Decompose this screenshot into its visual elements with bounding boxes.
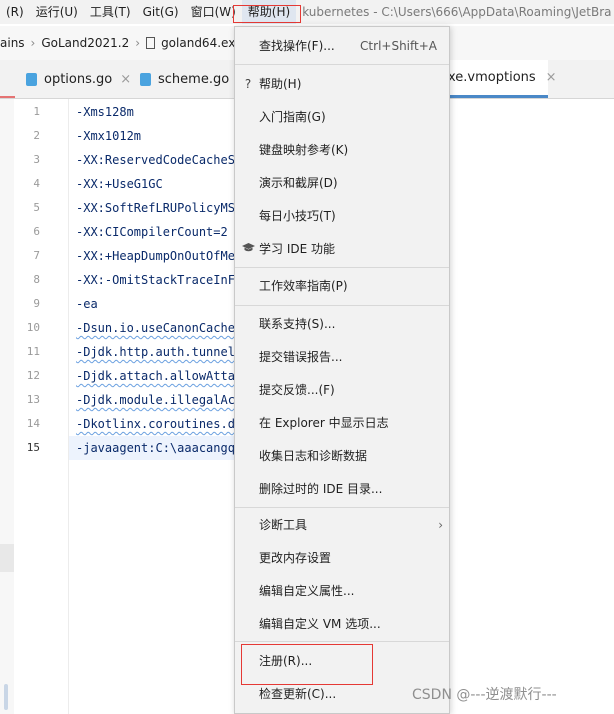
- tab-label: scheme.go: [158, 71, 230, 87]
- code-line[interactable]: -Djdk.http.auth.tunneli: [76, 340, 242, 364]
- menu-getting-started[interactable]: 入门指南(G): [235, 100, 449, 133]
- chevron-right-icon: ›: [135, 36, 141, 50]
- menu-submit-feedback[interactable]: 提交反馈...(F): [235, 373, 449, 406]
- menu-edit-properties[interactable]: 编辑自定义属性...: [235, 574, 449, 607]
- question-icon: ?: [244, 76, 252, 91]
- menu-label: 查找操作(F)...: [259, 39, 335, 53]
- menu-productivity-guide[interactable]: 工作效率指南(P): [235, 269, 449, 302]
- code-line[interactable]: -ea: [76, 292, 98, 316]
- menu-separator: [235, 641, 449, 642]
- code-line[interactable]: -Xms128m: [76, 100, 134, 124]
- menu-label: 学习 IDE 功能: [259, 242, 335, 256]
- menu-separator: [235, 64, 449, 65]
- menu-label: 联系支持(S)...: [259, 317, 336, 331]
- menu-contact-support[interactable]: 联系支持(S)...: [235, 307, 449, 340]
- file-icon: [146, 37, 156, 49]
- menu-label: 入门指南(G): [259, 110, 326, 124]
- menu-label: 编辑自定义属性...: [259, 584, 355, 598]
- menu-show-log[interactable]: 在 Explorer 中显示日志: [235, 406, 449, 439]
- panel-block: [0, 544, 14, 572]
- menu-tip-of-day[interactable]: 每日小技巧(T): [235, 199, 449, 232]
- breadcrumb-item[interactable]: goland64.exe: [161, 36, 242, 50]
- menu-label: 帮助(H): [259, 77, 302, 91]
- tab-label: options.go: [44, 71, 113, 87]
- code-line[interactable]: -Xmx1012m: [76, 124, 141, 148]
- tab-indicator: [0, 96, 15, 98]
- menu-learn-ide[interactable]: 学习 IDE 功能: [235, 232, 449, 265]
- help-dropdown-menu: 查找操作(F)... Ctrl+Shift+A ? 帮助(H) 入门指南(G) …: [234, 26, 450, 714]
- code-line[interactable]: -Dsun.io.useCanonCaches=: [76, 316, 249, 340]
- csdn-watermark: CSDN @---逆渡默行---: [412, 687, 557, 703]
- code-line[interactable]: -XX:SoftRefLRUPolicyMSPe: [76, 196, 249, 220]
- menu-label: 诊断工具: [259, 518, 308, 532]
- menu-edit-vm-options[interactable]: 编辑自定义 VM 选项...: [235, 607, 449, 640]
- menu-keymap-reference[interactable]: 键盘映射参考(K): [235, 133, 449, 166]
- chevron-right-icon: ›: [438, 517, 443, 532]
- menu-label: 提交错误报告...: [259, 350, 343, 364]
- menu-label: 删除过时的 IDE 目录...: [259, 482, 383, 496]
- menu-find-action[interactable]: 查找操作(F)... Ctrl+Shift+A: [235, 29, 449, 62]
- project-panel-edge: [0, 99, 14, 714]
- chevron-right-icon: ›: [30, 36, 36, 50]
- menu-label: 键盘映射参考(K): [259, 143, 349, 157]
- help-menu-highlight-box: [233, 5, 301, 23]
- menu-demos[interactable]: 演示和截屏(D): [235, 166, 449, 199]
- graduation-cap-icon: [241, 242, 255, 256]
- code-line[interactable]: -Djdk.module.illegalAcc: [76, 388, 242, 412]
- menu-label: 工作效率指南(P): [259, 279, 348, 293]
- menu-label: 编辑自定义 VM 选项...: [259, 617, 381, 631]
- close-icon[interactable]: ×: [546, 70, 557, 85]
- shortcut-label: Ctrl+Shift+A: [360, 38, 437, 53]
- menu-label: 检查更新(C)...: [259, 687, 337, 701]
- menu-help[interactable]: ? 帮助(H): [235, 67, 449, 100]
- code-line[interactable]: -XX:+HeapDumpOnOutOfMemo: [76, 244, 249, 268]
- window-title: kubernetes - C:\Users\666\AppData\Roamin…: [302, 5, 612, 19]
- go-file-icon: [140, 72, 151, 86]
- breadcrumb-item[interactable]: ains: [0, 36, 25, 50]
- close-icon[interactable]: ×: [120, 72, 131, 87]
- menu-change-memory[interactable]: 更改内存设置: [235, 541, 449, 574]
- code-line[interactable]: -Dkotlinx.coroutines.deb: [76, 412, 249, 436]
- menu-separator: [235, 267, 449, 268]
- menu-delete-ide-dirs[interactable]: 删除过时的 IDE 目录...: [235, 472, 449, 505]
- menu-label: 收集日志和诊断数据: [259, 449, 368, 463]
- menu-bar: (R) 运行(U) 工具(T) Git(G) 窗口(W) 帮助(H) kuber…: [0, 0, 614, 24]
- tab-options-go[interactable]: options.go ×: [26, 60, 131, 98]
- breadcrumb-item[interactable]: GoLand2021.2: [41, 36, 129, 50]
- menu-label: 演示和截屏(D): [259, 176, 338, 190]
- menu-label: 每日小技巧(T): [259, 209, 336, 223]
- menu-label: 提交反馈...(F): [259, 383, 335, 397]
- register-highlight-box: [241, 644, 373, 685]
- code-line[interactable]: -XX:-OmitStackTraceInFas: [76, 268, 249, 292]
- tab-label: xe.vmoptions: [448, 70, 536, 85]
- code-line[interactable]: -XX:CICompilerCount=2: [76, 220, 228, 244]
- code-line[interactable]: -XX:ReservedCodeCacheSiz: [76, 148, 249, 172]
- tab-vmoptions[interactable]: xe.vmoptions ×: [448, 60, 557, 98]
- menu-item-partial[interactable]: (R): [0, 0, 30, 24]
- code-line[interactable]: -javaagent:C:\aaacangqi: [76, 436, 242, 460]
- go-file-icon: [26, 72, 37, 86]
- scrollbar-thumb[interactable]: [4, 684, 8, 710]
- code-line[interactable]: -Djdk.attach.allowAttac: [76, 364, 242, 388]
- menu-item-git[interactable]: Git(G): [137, 0, 185, 24]
- menu-diagnostic-tools[interactable]: 诊断工具 ›: [235, 508, 449, 541]
- menu-item-run[interactable]: 运行(U): [30, 0, 84, 24]
- menu-label: 在 Explorer 中显示日志: [259, 416, 389, 430]
- menu-collect-logs[interactable]: 收集日志和诊断数据: [235, 439, 449, 472]
- menu-submit-bug[interactable]: 提交错误报告...: [235, 340, 449, 373]
- code-line[interactable]: -XX:+UseG1GC: [76, 172, 163, 196]
- menu-separator: [235, 305, 449, 306]
- menu-label: 更改内存设置: [259, 551, 332, 565]
- tab-scheme-go[interactable]: scheme.go ×: [140, 60, 248, 98]
- menu-item-tools[interactable]: 工具(T): [84, 0, 137, 24]
